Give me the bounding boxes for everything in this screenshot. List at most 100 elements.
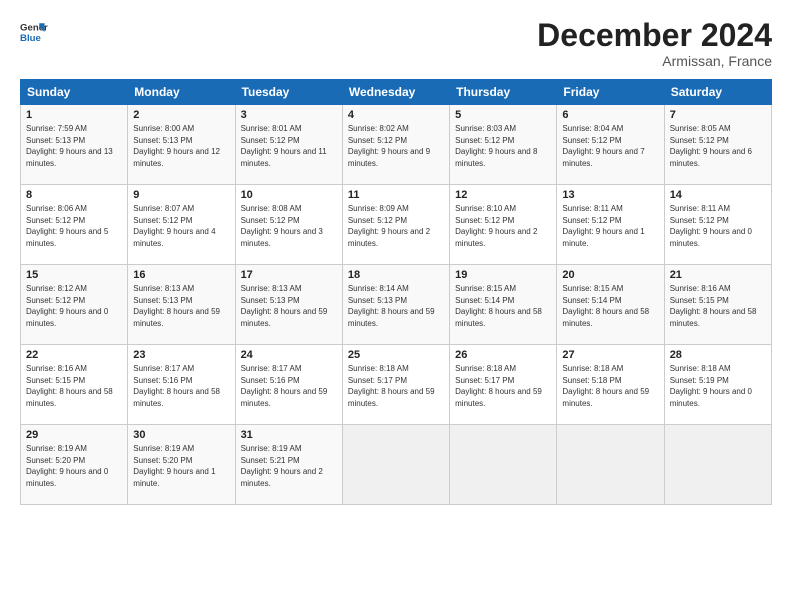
table-cell: 28 Sunrise: 8:18 AMSunset: 5:19 PMDayligh… <box>664 345 771 425</box>
day-info: Sunrise: 8:15 AMSunset: 5:14 PMDaylight:… <box>562 283 658 329</box>
logo-icon: General Blue <box>20 18 48 46</box>
table-cell: 31 Sunrise: 8:19 AMSunset: 5:21 PMDayligh… <box>235 425 342 505</box>
table-cell: 15 Sunrise: 8:12 AMSunset: 5:12 PMDayligh… <box>21 265 128 345</box>
table-cell: 20Sunrise: 8:15 AMSunset: 5:14 PMDayligh… <box>557 265 664 345</box>
day-info: Sunrise: 8:03 AMSunset: 5:12 PMDaylight:… <box>455 123 551 169</box>
table-cell: 11 Sunrise: 8:09 AMSunset: 5:12 PMDayligh… <box>342 185 449 265</box>
day-info: Sunrise: 8:04 AMSunset: 5:12 PMDaylight:… <box>562 123 658 169</box>
calendar-table: Sunday Monday Tuesday Wednesday Thursday… <box>20 79 772 505</box>
day-info: Sunrise: 8:10 AMSunset: 5:12 PMDaylight:… <box>455 203 551 249</box>
col-tuesday: Tuesday <box>235 80 342 105</box>
day-number: 11 <box>348 189 444 201</box>
col-monday: Monday <box>128 80 235 105</box>
table-row: 8 Sunrise: 8:06 AMSunset: 5:12 PMDaylight… <box>21 185 772 265</box>
table-cell: 4 Sunrise: 8:02 AMSunset: 5:12 PMDaylight… <box>342 105 449 185</box>
day-number: 5 <box>455 109 551 121</box>
table-row: 22 Sunrise: 8:16 AMSunset: 5:15 PMDayligh… <box>21 345 772 425</box>
day-info: Sunrise: 8:19 AMSunset: 5:20 PMDaylight:… <box>26 443 122 489</box>
day-number: 29 <box>26 429 122 441</box>
day-number: 4 <box>348 109 444 121</box>
day-number: 23 <box>133 349 229 361</box>
day-number: 27 <box>562 349 658 361</box>
day-number: 12 <box>455 189 551 201</box>
day-number: 25 <box>348 349 444 361</box>
day-number: 8 <box>26 189 122 201</box>
day-info: Sunrise: 8:00 AMSunset: 5:13 PMDaylight:… <box>133 123 229 169</box>
table-row: 29 Sunrise: 8:19 AMSunset: 5:20 PMDayligh… <box>21 425 772 505</box>
table-cell: 19 Sunrise: 8:15 AMSunset: 5:14 PMDayligh… <box>450 265 557 345</box>
table-cell: 8 Sunrise: 8:06 AMSunset: 5:12 PMDaylight… <box>21 185 128 265</box>
day-number: 14 <box>670 189 766 201</box>
col-sunday: Sunday <box>21 80 128 105</box>
month-title: December 2024 <box>537 18 772 53</box>
day-info: Sunrise: 8:15 AMSunset: 5:14 PMDaylight:… <box>455 283 551 329</box>
table-cell: 16 Sunrise: 8:13 AMSunset: 5:13 PMDayligh… <box>128 265 235 345</box>
day-number: 10 <box>241 189 337 201</box>
table-cell: 21Sunrise: 8:16 AMSunset: 5:15 PMDayligh… <box>664 265 771 345</box>
day-number: 30 <box>133 429 229 441</box>
table-cell: 3Sunrise: 8:01 AMSunset: 5:12 PMDaylight… <box>235 105 342 185</box>
day-info: Sunrise: 8:18 AMSunset: 5:17 PMDaylight:… <box>348 363 444 409</box>
title-block: December 2024 Armissan, France <box>537 18 772 69</box>
day-info: Sunrise: 8:18 AMSunset: 5:19 PMDaylight:… <box>670 363 766 409</box>
day-info: Sunrise: 8:09 AMSunset: 5:12 PMDaylight:… <box>348 203 444 249</box>
table-cell: 7 Sunrise: 8:05 AMSunset: 5:12 PMDaylight… <box>664 105 771 185</box>
day-number: 17 <box>241 269 337 281</box>
day-info: Sunrise: 8:18 AMSunset: 5:18 PMDaylight:… <box>562 363 658 409</box>
header-row: Sunday Monday Tuesday Wednesday Thursday… <box>21 80 772 105</box>
day-info: Sunrise: 8:19 AMSunset: 5:21 PMDaylight:… <box>241 443 337 489</box>
day-number: 31 <box>241 429 337 441</box>
day-info: Sunrise: 8:11 AMSunset: 5:12 PMDaylight:… <box>670 203 766 249</box>
day-info: Sunrise: 8:16 AMSunset: 5:15 PMDaylight:… <box>26 363 122 409</box>
day-info: Sunrise: 8:11 AMSunset: 5:12 PMDaylight:… <box>562 203 658 249</box>
day-info: Sunrise: 8:06 AMSunset: 5:12 PMDaylight:… <box>26 203 122 249</box>
day-info: Sunrise: 8:07 AMSunset: 5:12 PMDaylight:… <box>133 203 229 249</box>
table-cell: 17 Sunrise: 8:13 AMSunset: 5:13 PMDayligh… <box>235 265 342 345</box>
day-info: Sunrise: 8:05 AMSunset: 5:12 PMDaylight:… <box>670 123 766 169</box>
header: General Blue December 2024 Armissan, Fra… <box>20 18 772 69</box>
day-info: Sunrise: 8:16 AMSunset: 5:15 PMDaylight:… <box>670 283 766 329</box>
day-info: Sunrise: 8:17 AMSunset: 5:16 PMDaylight:… <box>133 363 229 409</box>
table-cell: 12 Sunrise: 8:10 AMSunset: 5:12 PMDayligh… <box>450 185 557 265</box>
table-cell: 18Sunrise: 8:14 AMSunset: 5:13 PMDayligh… <box>342 265 449 345</box>
table-cell: 9 Sunrise: 8:07 AMSunset: 5:12 PMDaylight… <box>128 185 235 265</box>
table-cell: 6Sunrise: 8:04 AMSunset: 5:12 PMDaylight… <box>557 105 664 185</box>
day-info: Sunrise: 7:59 AMSunset: 5:13 PMDaylight:… <box>26 123 122 169</box>
col-saturday: Saturday <box>664 80 771 105</box>
day-number: 19 <box>455 269 551 281</box>
day-info: Sunrise: 8:19 AMSunset: 5:20 PMDaylight:… <box>133 443 229 489</box>
day-info: Sunrise: 8:18 AMSunset: 5:17 PMDaylight:… <box>455 363 551 409</box>
day-number: 28 <box>670 349 766 361</box>
table-row: 15 Sunrise: 8:12 AMSunset: 5:12 PMDayligh… <box>21 265 772 345</box>
table-cell: 29 Sunrise: 8:19 AMSunset: 5:20 PMDayligh… <box>21 425 128 505</box>
table-cell: 2 Sunrise: 8:00 AMSunset: 5:13 PMDaylight… <box>128 105 235 185</box>
day-number: 16 <box>133 269 229 281</box>
day-number: 22 <box>26 349 122 361</box>
logo: General Blue <box>20 18 48 46</box>
table-cell: 25 Sunrise: 8:18 AMSunset: 5:17 PMDayligh… <box>342 345 449 425</box>
table-cell: 23 Sunrise: 8:17 AMSunset: 5:16 PMDayligh… <box>128 345 235 425</box>
day-number: 13 <box>562 189 658 201</box>
table-cell: 27 Sunrise: 8:18 AMSunset: 5:18 PMDayligh… <box>557 345 664 425</box>
table-cell <box>450 425 557 505</box>
table-cell: 26Sunrise: 8:18 AMSunset: 5:17 PMDayligh… <box>450 345 557 425</box>
table-row: 1Sunrise: 7:59 AMSunset: 5:13 PMDaylight… <box>21 105 772 185</box>
col-thursday: Thursday <box>450 80 557 105</box>
day-number: 15 <box>26 269 122 281</box>
day-info: Sunrise: 8:13 AMSunset: 5:13 PMDaylight:… <box>241 283 337 329</box>
day-number: 3 <box>241 109 337 121</box>
day-info: Sunrise: 8:02 AMSunset: 5:12 PMDaylight:… <box>348 123 444 169</box>
table-cell: 10Sunrise: 8:08 AMSunset: 5:12 PMDayligh… <box>235 185 342 265</box>
day-number: 24 <box>241 349 337 361</box>
day-info: Sunrise: 8:13 AMSunset: 5:13 PMDaylight:… <box>133 283 229 329</box>
day-number: 7 <box>670 109 766 121</box>
day-info: Sunrise: 8:17 AMSunset: 5:16 PMDaylight:… <box>241 363 337 409</box>
location: Armissan, France <box>537 53 772 69</box>
day-number: 9 <box>133 189 229 201</box>
table-cell <box>557 425 664 505</box>
table-cell: 14 Sunrise: 8:11 AMSunset: 5:12 PMDayligh… <box>664 185 771 265</box>
day-info: Sunrise: 8:12 AMSunset: 5:12 PMDaylight:… <box>26 283 122 329</box>
table-cell: 1Sunrise: 7:59 AMSunset: 5:13 PMDaylight… <box>21 105 128 185</box>
table-cell: 24 Sunrise: 8:17 AMSunset: 5:16 PMDayligh… <box>235 345 342 425</box>
day-number: 2 <box>133 109 229 121</box>
